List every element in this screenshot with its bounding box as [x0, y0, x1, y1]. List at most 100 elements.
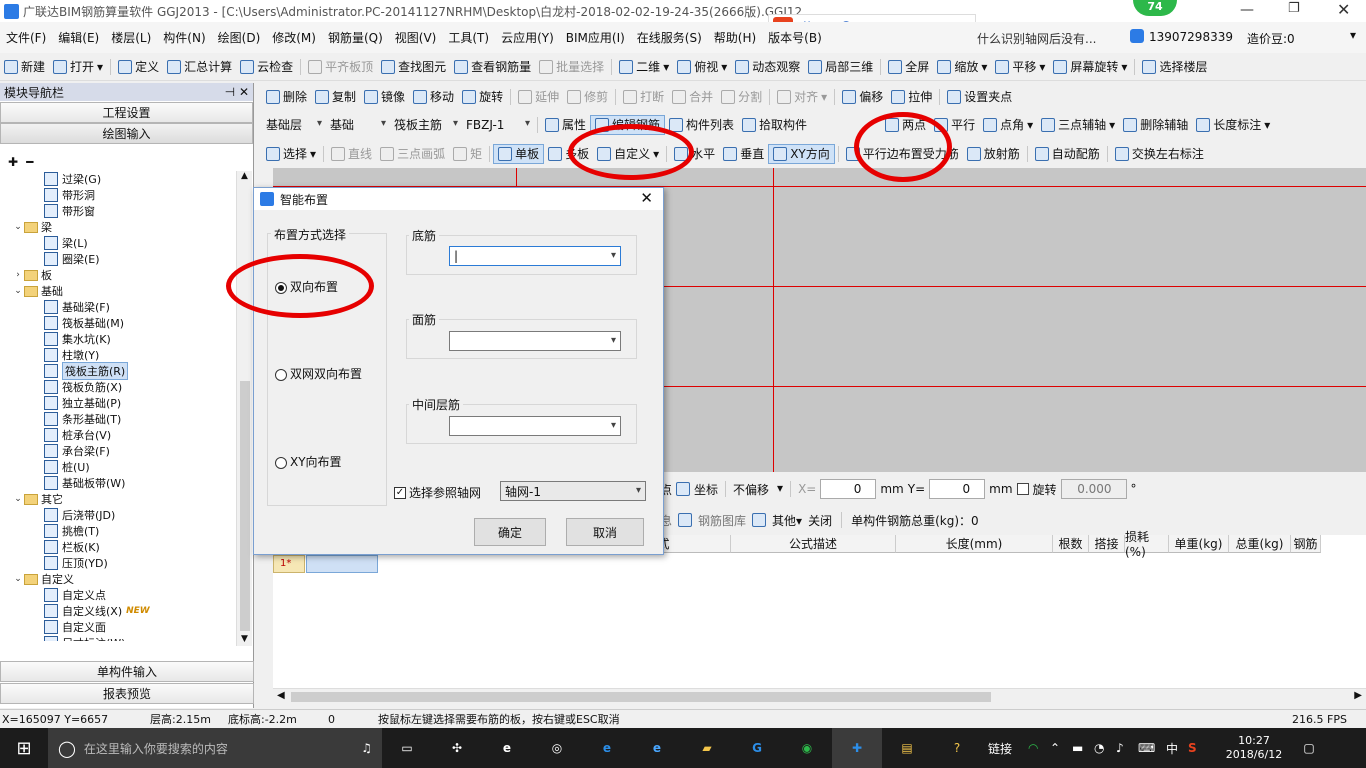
grid-col-header[interactable]: 长度(mm): [896, 535, 1053, 553]
drawing-input-button[interactable]: 绘图输入: [0, 123, 253, 144]
tree-item[interactable]: 压顶(YD): [0, 555, 236, 571]
collapse-all-icon[interactable]: ━: [26, 155, 33, 169]
draw-button[interactable]: 自动配筋: [1031, 144, 1104, 164]
volume-icon[interactable]: ♪: [1116, 741, 1138, 755]
tree-item[interactable]: 集水坑(K): [0, 331, 236, 347]
bottom-bar-select[interactable]: | ▾: [449, 246, 621, 266]
grid-col-header[interactable]: 根数: [1053, 535, 1089, 553]
cost-beans[interactable]: 造价豆:0: [1247, 30, 1295, 47]
action-center-icon[interactable]: ▢: [1294, 741, 1324, 755]
menu-item[interactable]: 修改(M): [266, 29, 322, 46]
rebar-lib-button[interactable]: 钢筋图库: [698, 512, 746, 529]
type-select[interactable]: 基础 ▾: [326, 115, 390, 135]
green-app-icon[interactable]: ◉: [782, 741, 832, 755]
other-button[interactable]: 其他▾: [772, 512, 802, 529]
edit-button[interactable]: 合并: [668, 87, 717, 107]
grid-col-header[interactable]: 搭接: [1089, 535, 1125, 553]
menu-item[interactable]: 钢筋量(Q): [322, 29, 389, 46]
close-panel-button[interactable]: 关闭: [808, 512, 832, 529]
menu-item[interactable]: 帮助(H): [708, 29, 762, 46]
rotate-checkbox[interactable]: [1016, 483, 1029, 495]
tree-item[interactable]: 独立基础(P): [0, 395, 236, 411]
edge-icon[interactable]: e: [582, 741, 632, 755]
grid-col-header[interactable]: 钢筋: [1291, 535, 1321, 553]
input-lang[interactable]: 中: [1166, 740, 1188, 757]
tree-item[interactable]: 尺寸标注(W): [0, 635, 236, 641]
mic-icon[interactable]: ♫: [361, 741, 372, 755]
ref-axis-checkbox-row[interactable]: ✓ 选择参照轴网: [394, 484, 481, 501]
grid-hscrollbar[interactable]: ◀ ▶: [273, 688, 1366, 704]
tray-up-icon[interactable]: ⌃: [1050, 741, 1072, 755]
length-dim-button[interactable]: 长度标注 ▾: [1192, 115, 1274, 135]
ggj-app-icon[interactable]: ✚: [832, 728, 882, 768]
edit-button[interactable]: 旋转: [458, 87, 507, 107]
grid-col-header[interactable]: 单重(kg): [1169, 535, 1229, 553]
tree-item[interactable]: 圈梁(E): [0, 251, 236, 267]
grid-scroll-thumb[interactable]: [291, 692, 991, 702]
tree-scroll-thumb[interactable]: [240, 381, 250, 631]
tree-item[interactable]: 基础梁(F): [0, 299, 236, 315]
link-label[interactable]: 链接: [988, 740, 1028, 757]
toolbar-button[interactable]: 二维 ▾: [615, 57, 673, 77]
menu-item[interactable]: 工具(T): [442, 29, 495, 46]
offset-select[interactable]: 不偏移 ▾: [733, 481, 783, 498]
menu-item[interactable]: 在线服务(S): [631, 29, 708, 46]
menu-item[interactable]: 楼层(L): [105, 29, 157, 46]
menu-item[interactable]: 编辑(E): [52, 29, 105, 46]
ie-icon[interactable]: e: [482, 741, 532, 755]
draw-button[interactable]: 垂直: [719, 144, 768, 164]
menu-item[interactable]: 版本号(B): [762, 29, 828, 46]
report-preview-button[interactable]: 报表预览: [0, 683, 254, 704]
toolbar-button[interactable]: 动态观察: [731, 57, 804, 77]
tree-item[interactable]: 条形基础(T): [0, 411, 236, 427]
toolbar-button[interactable]: 汇总计算: [163, 57, 236, 77]
menu-item[interactable]: BIM应用(I): [560, 29, 631, 46]
fan-icon[interactable]: ✣: [432, 741, 482, 755]
toolbar-button[interactable]: 平齐板顶: [304, 57, 377, 77]
expand-toggle-icon[interactable]: ⌄: [12, 494, 24, 504]
expand-all-icon[interactable]: ✚: [8, 155, 18, 169]
edit-button[interactable]: 复制: [311, 87, 360, 107]
menu-item[interactable]: 绘图(D): [212, 29, 267, 46]
expand-toggle-icon[interactable]: ⌄: [12, 574, 24, 584]
account-phone[interactable]: 13907298339: [1149, 30, 1233, 44]
project-settings-button[interactable]: 工程设置: [0, 102, 253, 123]
y-input[interactable]: 0: [929, 479, 986, 499]
draw-button[interactable]: 矩: [449, 144, 486, 164]
axis-select[interactable]: 轴网-1 ▾: [500, 481, 646, 501]
edit-button[interactable]: 删除: [262, 87, 311, 107]
maximize-button[interactable]: ❐: [1288, 1, 1300, 16]
ref-axis-checkbox[interactable]: ✓: [394, 486, 406, 499]
task-view-icon[interactable]: ▭: [382, 741, 432, 755]
tree-item[interactable]: 基础板带(W): [0, 475, 236, 491]
toolbar-button[interactable]: 全屏: [884, 57, 933, 77]
tree-item[interactable]: 梁(L): [0, 235, 236, 251]
taskbar-search[interactable]: ◯ 在这里输入你要搜索的内容 ♫: [48, 728, 382, 768]
id-select[interactable]: FBZJ-1 ▾: [462, 115, 534, 135]
toolbar-button[interactable]: 平移 ▾: [991, 57, 1049, 77]
grid-row-marker[interactable]: 1*: [273, 555, 305, 573]
edit-button[interactable]: 设置夹点: [943, 87, 1016, 107]
tree-item[interactable]: 筏板负筋(X): [0, 379, 236, 395]
menu-item[interactable]: 构件(N): [157, 29, 211, 46]
tree-item[interactable]: 桩(U): [0, 459, 236, 475]
tree-item[interactable]: ⌄ 基础: [0, 283, 236, 299]
keyboard-tray-icon[interactable]: ⌨: [1138, 741, 1166, 755]
member-select[interactable]: 筏板主筋 ▾: [390, 115, 462, 135]
edit-button[interactable]: 打断: [619, 87, 668, 107]
edit-button[interactable]: 偏移: [838, 87, 887, 107]
toolbar-button[interactable]: 批量选择: [535, 57, 608, 77]
toolbar-button[interactable]: 云检查: [236, 57, 297, 77]
edit-button[interactable]: 移动: [409, 87, 458, 107]
minimize-button[interactable]: —: [1240, 2, 1254, 18]
toolbar-button[interactable]: 查看钢筋量: [450, 57, 535, 77]
toolbar-button[interactable]: 屏幕旋转 ▾: [1049, 57, 1131, 77]
single-member-input-button[interactable]: 单构件输入: [0, 661, 254, 682]
coord-label[interactable]: 坐标: [694, 481, 718, 498]
nav-close-icon[interactable]: ✕: [239, 85, 249, 99]
toolbar-button[interactable]: 新建: [0, 57, 49, 77]
tree-item[interactable]: 筏板主筋(R): [0, 362, 236, 380]
grid-col-header[interactable]: 损耗(%): [1125, 530, 1169, 559]
angle-input[interactable]: 0.000: [1060, 479, 1127, 499]
edit-button[interactable]: 对齐 ▾: [773, 87, 831, 107]
